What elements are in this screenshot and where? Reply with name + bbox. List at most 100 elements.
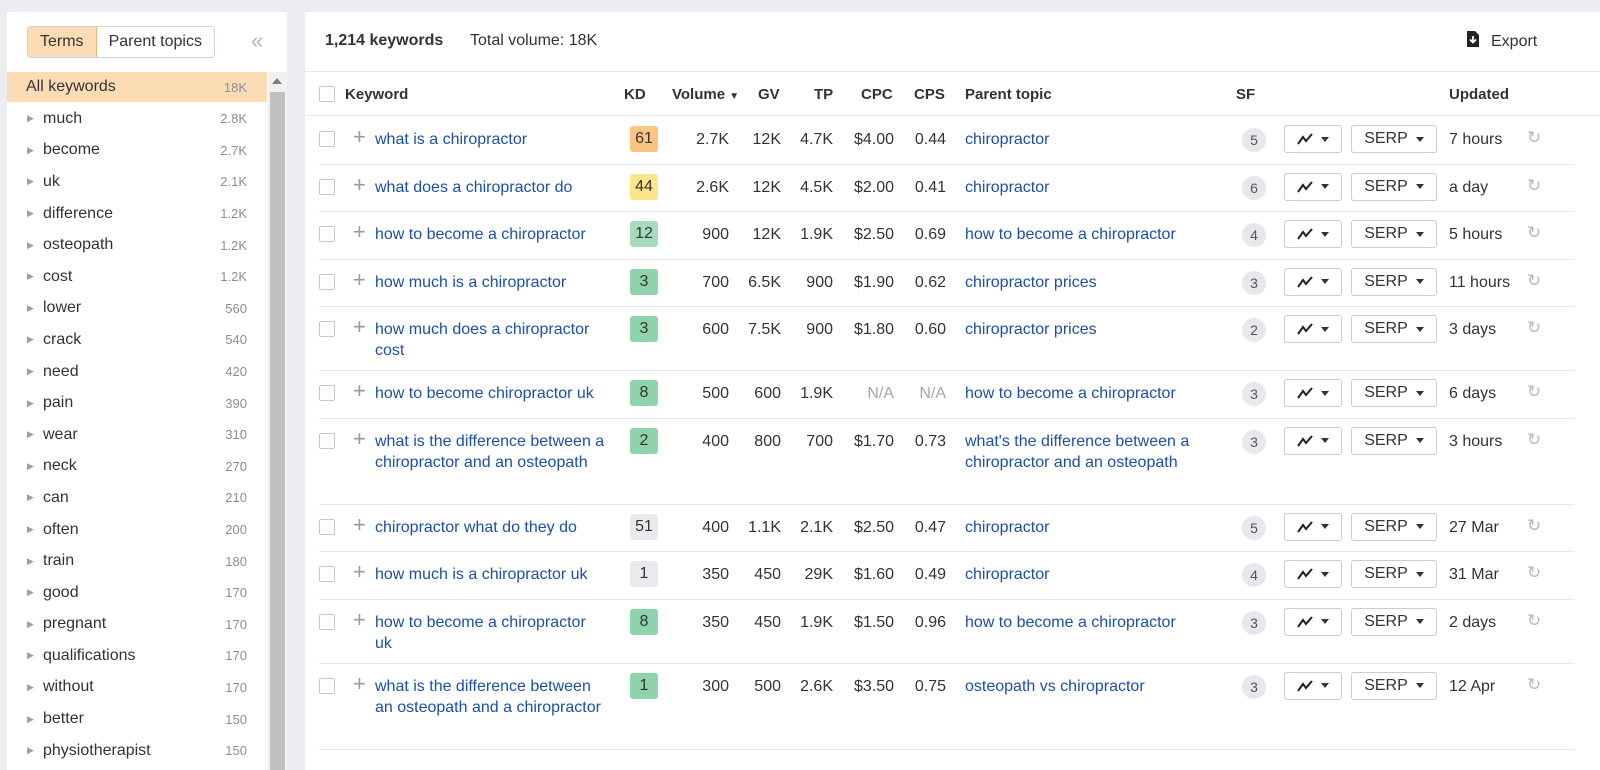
- refresh-icon[interactable]: ↻: [1527, 382, 1541, 402]
- parent-topic-link[interactable]: chiropractor: [965, 564, 1225, 585]
- expand-arrow-icon[interactable]: ▶: [27, 714, 43, 725]
- refresh-icon[interactable]: ↻: [1527, 223, 1541, 243]
- row-checkbox[interactable]: [319, 273, 335, 290]
- refresh-icon[interactable]: ↻: [1527, 128, 1541, 148]
- sidebar-item[interactable]: ▶ train 180: [7, 545, 267, 577]
- keyword-link[interactable]: what is the difference between a chiropr…: [375, 431, 607, 473]
- serp-dropdown-button[interactable]: SERP: [1351, 379, 1437, 407]
- serp-features-badge[interactable]: 5: [1242, 515, 1266, 540]
- col-keyword[interactable]: Keyword: [345, 86, 408, 103]
- refresh-icon[interactable]: ↻: [1527, 675, 1541, 695]
- refresh-icon[interactable]: ↻: [1527, 430, 1541, 450]
- serp-features-badge[interactable]: 5: [1242, 128, 1266, 152]
- expand-arrow-icon[interactable]: ▶: [27, 524, 43, 535]
- tab-terms[interactable]: Terms: [28, 27, 97, 57]
- add-to-list-icon[interactable]: +: [353, 427, 366, 450]
- col-cpc[interactable]: CPC: [861, 86, 893, 103]
- expand-arrow-icon[interactable]: ▶: [27, 334, 43, 345]
- keyword-link[interactable]: how to become a chiropractor: [375, 224, 607, 245]
- sidebar-item-all-keywords[interactable]: All keywords 18K: [7, 72, 267, 102]
- sidebar-item[interactable]: ▶ better 150: [7, 703, 267, 735]
- serp-features-badge[interactable]: 3: [1242, 610, 1266, 635]
- keyword-link[interactable]: how much is a chiropractor uk: [375, 564, 607, 585]
- add-to-list-icon[interactable]: +: [353, 672, 366, 695]
- double-chevron-left-icon[interactable]: «: [251, 30, 273, 52]
- expand-arrow-icon[interactable]: ▶: [27, 650, 43, 661]
- serp-features-badge[interactable]: 4: [1242, 223, 1266, 247]
- sidebar-item[interactable]: ▶ good 170: [7, 577, 267, 609]
- col-tp[interactable]: TP: [814, 86, 833, 103]
- expand-arrow-icon[interactable]: ▶: [27, 745, 43, 756]
- col-updated[interactable]: Updated: [1449, 86, 1509, 103]
- row-checkbox[interactable]: [319, 385, 335, 401]
- parent-topic-link[interactable]: how to become a chiropractor: [965, 612, 1225, 633]
- sidebar-item[interactable]: ▶ need 420: [7, 356, 267, 388]
- col-kd[interactable]: KD: [624, 86, 646, 103]
- trend-dropdown-button[interactable]: [1284, 379, 1342, 407]
- scrollbar-thumb[interactable]: [270, 92, 285, 770]
- row-checkbox[interactable]: [319, 131, 335, 147]
- row-checkbox[interactable]: [319, 566, 335, 582]
- expand-arrow-icon[interactable]: ▶: [27, 492, 43, 503]
- select-all-checkbox[interactable]: [319, 86, 335, 102]
- expand-arrow-icon[interactable]: ▶: [27, 271, 43, 282]
- parent-topic-link[interactable]: chiropractor: [965, 177, 1225, 198]
- serp-dropdown-button[interactable]: SERP: [1351, 315, 1437, 343]
- serp-features-badge[interactable]: 3: [1242, 270, 1266, 295]
- expand-arrow-icon[interactable]: ▶: [27, 556, 43, 567]
- expand-arrow-icon[interactable]: ▶: [27, 682, 43, 693]
- col-parent-topic[interactable]: Parent topic: [965, 86, 1052, 103]
- expand-arrow-icon[interactable]: ▶: [27, 303, 43, 314]
- sidebar-item[interactable]: ▶ much 2.8K: [7, 103, 267, 135]
- serp-dropdown-button[interactable]: SERP: [1351, 607, 1437, 636]
- serp-features-badge[interactable]: 2: [1242, 318, 1266, 342]
- add-to-list-icon[interactable]: +: [353, 316, 366, 338]
- expand-arrow-icon[interactable]: ▶: [27, 398, 43, 409]
- col-sf[interactable]: SF: [1236, 86, 1255, 103]
- keyword-link[interactable]: what is a chiropractor: [375, 129, 607, 150]
- trend-dropdown-button[interactable]: [1284, 560, 1342, 588]
- trend-dropdown-button[interactable]: [1284, 125, 1342, 153]
- refresh-icon[interactable]: ↻: [1527, 318, 1541, 338]
- add-to-list-icon[interactable]: +: [353, 173, 366, 196]
- sidebar-item[interactable]: ▶ lower 560: [7, 293, 267, 325]
- row-checkbox[interactable]: [319, 613, 335, 630]
- expand-arrow-icon[interactable]: ▶: [27, 619, 43, 630]
- row-checkbox[interactable]: [319, 226, 335, 242]
- sidebar-item[interactable]: ▶ often 200: [7, 514, 267, 546]
- parent-topic-link[interactable]: chiropractor prices: [965, 319, 1225, 340]
- sidebar-item[interactable]: ▶ crack 540: [7, 324, 267, 356]
- serp-features-badge[interactable]: 6: [1242, 175, 1266, 200]
- add-to-list-icon[interactable]: +: [353, 380, 366, 402]
- parent-topic-link[interactable]: osteopath vs chiropractor: [965, 676, 1225, 697]
- serp-features-badge[interactable]: 3: [1242, 429, 1266, 454]
- keyword-link[interactable]: what does a chiropractor do: [375, 177, 607, 198]
- trend-dropdown-button[interactable]: [1284, 267, 1342, 296]
- row-checkbox[interactable]: [319, 518, 335, 535]
- row-checkbox[interactable]: [319, 178, 335, 195]
- expand-arrow-icon[interactable]: ▶: [27, 145, 43, 156]
- scrollbar[interactable]: [268, 72, 287, 770]
- sidebar-item[interactable]: ▶ qualifications 170: [7, 640, 267, 672]
- sidebar-item[interactable]: ▶ difference 1.2K: [7, 198, 267, 230]
- refresh-icon[interactable]: ↻: [1527, 176, 1541, 196]
- sidebar-item[interactable]: ▶ wear 310: [7, 419, 267, 451]
- serp-dropdown-button[interactable]: SERP: [1351, 220, 1437, 248]
- keyword-link[interactable]: how to become chiropractor uk: [375, 383, 607, 404]
- refresh-icon[interactable]: ↻: [1527, 516, 1541, 536]
- refresh-icon[interactable]: ↻: [1527, 611, 1541, 631]
- scroll-up-arrow-icon[interactable]: [272, 78, 282, 84]
- parent-topic-link[interactable]: chiropractor: [965, 129, 1225, 150]
- keyword-link[interactable]: how to become a chiropractor uk: [375, 612, 607, 654]
- keyword-link[interactable]: what is the difference between an osteop…: [375, 676, 607, 718]
- add-to-list-icon[interactable]: +: [353, 126, 366, 148]
- sidebar-item[interactable]: ▶ pain 390: [7, 387, 267, 419]
- expand-arrow-icon[interactable]: ▶: [27, 461, 43, 472]
- refresh-icon[interactable]: ↻: [1527, 563, 1541, 583]
- keyword-link[interactable]: how much is a chiropractor: [375, 272, 607, 293]
- serp-dropdown-button[interactable]: SERP: [1351, 125, 1437, 153]
- sidebar-item[interactable]: ▶ can 210: [7, 482, 267, 514]
- serp-dropdown-button[interactable]: SERP: [1351, 560, 1437, 588]
- sidebar-item[interactable]: ▶ without 170: [7, 672, 267, 704]
- parent-topic-link[interactable]: chiropractor: [965, 517, 1225, 538]
